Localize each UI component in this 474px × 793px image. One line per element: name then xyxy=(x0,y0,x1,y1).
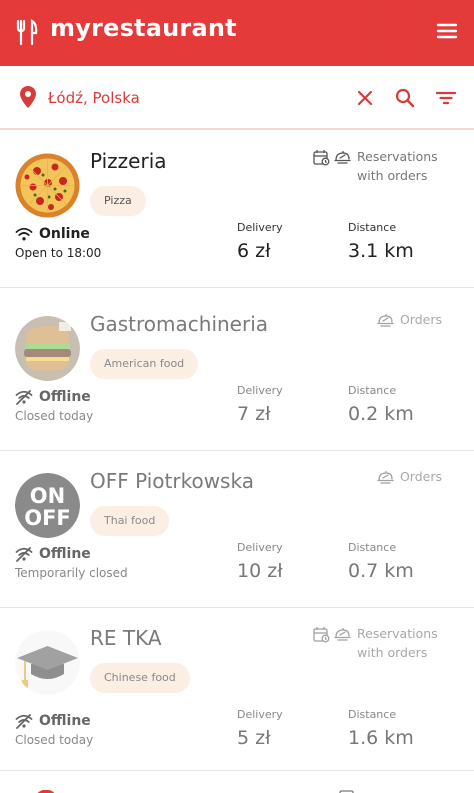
status-block: Online Open to 18:00 xyxy=(15,226,101,260)
wifi-off-icon xyxy=(15,546,33,562)
distance-value: 1.6 km xyxy=(348,727,414,749)
filter-icon[interactable] xyxy=(436,91,456,105)
pizza-logo xyxy=(15,153,80,218)
distance-value: 3.1 km xyxy=(348,240,414,262)
service-info: Orders xyxy=(377,310,442,329)
on-off-logo: ON OFF xyxy=(15,473,80,538)
status-block: Offline Closed today xyxy=(15,713,93,747)
calendar-icon xyxy=(313,150,330,166)
distance-label: Distance xyxy=(348,221,397,234)
location-pin-icon xyxy=(20,86,36,108)
opening-hours: Closed today xyxy=(15,733,94,747)
restaurant-name: OFF Piotrkowska xyxy=(90,469,254,493)
cuisine-tag: Pizza xyxy=(90,186,146,216)
restaurant-name: RE TKA xyxy=(90,626,162,650)
status-text: Offline xyxy=(39,713,91,729)
location-search-bar xyxy=(0,66,474,130)
clear-icon[interactable] xyxy=(357,90,373,106)
service-label: Orders xyxy=(399,469,442,484)
service-label: Orders xyxy=(399,312,442,327)
status-block: Offline Closed today xyxy=(15,389,93,423)
food-cloche-icon xyxy=(334,150,351,164)
service-info: Orders xyxy=(377,467,442,486)
food-cloche-icon xyxy=(377,470,394,484)
distance-value: 0.7 km xyxy=(348,560,414,582)
service-label-line2: with orders xyxy=(357,645,428,660)
wifi-off-icon xyxy=(15,713,33,729)
wifi-off-icon xyxy=(15,389,33,405)
app-title: myrestaurant xyxy=(50,14,237,42)
delivery-metric: Delivery 7 zł xyxy=(237,384,283,425)
restaurant-name: Gastromachineria xyxy=(90,312,269,336)
restaurant-card[interactable]: ON OFF OFF Piotrkowska Thai food Orders … xyxy=(0,451,474,608)
search-icon[interactable] xyxy=(395,88,415,108)
food-cloche-icon xyxy=(377,313,394,327)
status-text: Offline xyxy=(39,389,91,405)
delivery-value: 6 zł xyxy=(237,240,271,262)
delivery-value: 10 zł xyxy=(237,560,283,582)
distance-label: Distance xyxy=(348,384,397,397)
hamburger-menu-icon[interactable] xyxy=(436,22,458,40)
status-text: Offline xyxy=(39,546,91,562)
distance-metric: Distance 0.7 km xyxy=(348,541,414,582)
delivery-metric: Delivery 6 zł xyxy=(237,221,283,262)
food-cloche-icon xyxy=(334,627,351,641)
logo-text-top: ON xyxy=(30,484,65,508)
delivery-label: Delivery xyxy=(237,541,283,554)
app-header: myrestaurant xyxy=(0,0,474,66)
opening-hours: Open to 18:00 xyxy=(15,246,102,260)
delivery-label: Delivery xyxy=(237,221,283,234)
calendar-icon xyxy=(339,790,354,793)
status-text: Online xyxy=(39,226,90,242)
service-info: Reservations with orders xyxy=(313,147,442,185)
distance-metric: Distance 1.6 km xyxy=(348,708,414,749)
distance-value: 0.2 km xyxy=(348,403,414,425)
delivery-label: Delivery xyxy=(237,384,283,397)
fork-knife-icon xyxy=(16,19,38,46)
delivery-value: 7 zł xyxy=(237,403,271,425)
opening-hours: Closed today xyxy=(15,409,94,423)
status-block: Offline Temporarily closed xyxy=(15,546,128,580)
restaurant-name: Pizzeria xyxy=(90,149,167,173)
burger-logo xyxy=(15,316,80,381)
distance-metric: Distance 3.1 km xyxy=(348,221,414,262)
opening-hours: Temporarily closed xyxy=(15,566,128,580)
service-label-line1: Reservations xyxy=(357,626,438,641)
distance-label: Distance xyxy=(348,541,397,554)
cuisine-tag: American food xyxy=(90,349,199,379)
delivery-value: 5 zł xyxy=(237,727,271,749)
graduation-cap-logo xyxy=(15,630,80,695)
location-input[interactable] xyxy=(48,84,338,112)
cuisine-tag: Thai food xyxy=(90,506,170,536)
restaurant-card[interactable]: Gastromachineria American food Orders Of… xyxy=(0,294,474,451)
service-label-line2: with orders xyxy=(357,168,428,183)
wifi-icon xyxy=(15,227,33,241)
distance-metric: Distance 0.2 km xyxy=(348,384,414,425)
restaurant-card-partial[interactable] xyxy=(0,772,474,793)
restaurant-card[interactable]: RE TKA Chinese food Reservations with or… xyxy=(0,608,474,771)
service-label-line1: Reservations xyxy=(357,149,438,164)
cuisine-tag: Chinese food xyxy=(90,663,190,693)
distance-label: Distance xyxy=(348,708,397,721)
calendar-icon xyxy=(313,627,330,643)
delivery-label: Delivery xyxy=(237,708,283,721)
delivery-metric: Delivery 5 zł xyxy=(237,708,283,749)
restaurant-card[interactable]: Pizzeria Pizza Reservations with orders xyxy=(0,131,474,288)
logo-text-bottom: OFF xyxy=(24,506,71,530)
service-info: Reservations with orders xyxy=(313,624,442,662)
delivery-metric: Delivery 10 zł xyxy=(237,541,283,582)
